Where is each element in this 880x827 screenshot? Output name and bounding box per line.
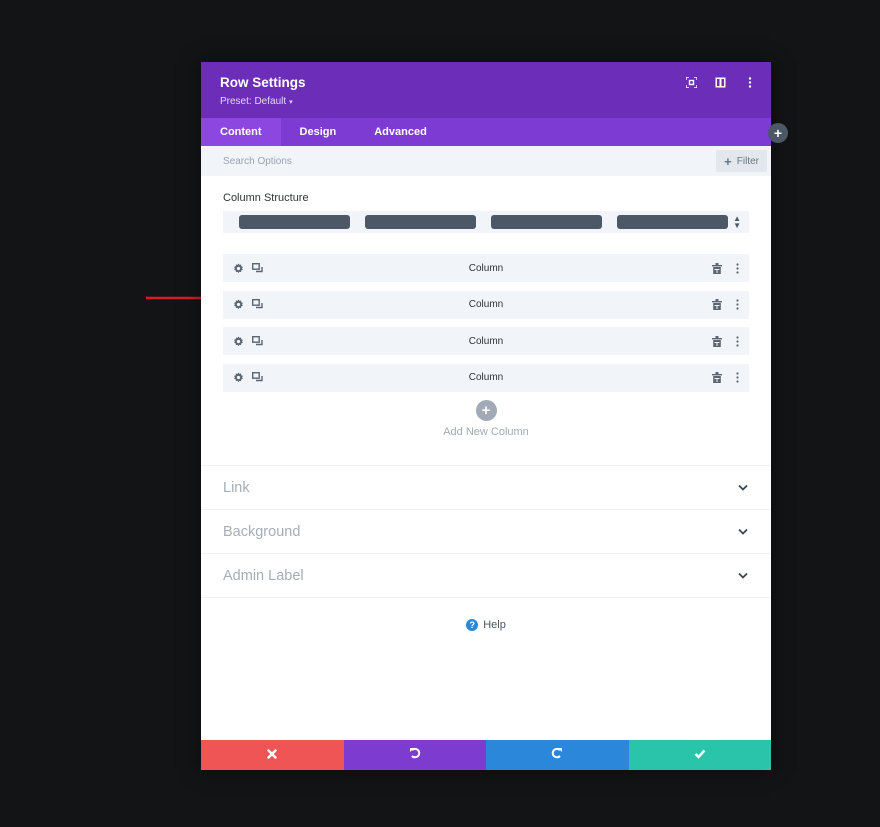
row-settings-modal: Row Settings Preset: Default ▾ Content D… xyxy=(201,62,771,770)
search-bar: + Filter xyxy=(201,146,771,176)
toggle-label: Admin Label xyxy=(223,567,304,584)
trash-icon[interactable] xyxy=(711,372,723,384)
content-panel: Column Structure ▲ ▼ Column Column Colum… xyxy=(201,176,771,438)
column-item[interactable]: Column xyxy=(223,363,749,392)
column-item[interactable]: Column xyxy=(223,290,749,319)
help-link[interactable]: ? Help xyxy=(201,619,771,631)
gear-icon[interactable] xyxy=(232,335,244,347)
more-options-icon[interactable] xyxy=(731,262,743,274)
duplicate-icon[interactable] xyxy=(251,262,263,274)
tab-design[interactable]: Design xyxy=(281,118,356,146)
modal-footer xyxy=(201,740,771,770)
structure-column-bar xyxy=(617,215,728,229)
check-icon xyxy=(694,746,706,764)
toggle-label: Link xyxy=(223,479,250,496)
search-input[interactable] xyxy=(223,155,523,167)
plus-icon: + xyxy=(724,153,732,169)
column-list: Column Column Column Column xyxy=(223,254,749,392)
expand-icon[interactable] xyxy=(684,75,699,90)
column-label: Column xyxy=(468,299,504,310)
save-button[interactable] xyxy=(628,740,771,770)
column-item[interactable]: Column xyxy=(223,327,749,355)
column-label: Column xyxy=(468,335,504,347)
gear-icon[interactable] xyxy=(232,372,244,384)
chevron-down-icon xyxy=(737,526,749,538)
select-arrows-icon: ▲ ▼ xyxy=(733,214,741,230)
column-item[interactable]: Column xyxy=(223,254,749,282)
gear-icon[interactable] xyxy=(232,299,244,311)
settings-toggles: Link Background Admin Label xyxy=(201,465,771,598)
trash-icon[interactable] xyxy=(711,335,723,347)
modal-header: Row Settings Preset: Default ▾ xyxy=(201,62,771,118)
column-structure-label: Column Structure xyxy=(223,192,309,204)
tab-bar: Content Design Advanced xyxy=(201,118,771,146)
toggle-admin-label[interactable]: Admin Label xyxy=(201,554,771,598)
redo-button[interactable] xyxy=(486,740,629,770)
chevron-down-icon xyxy=(737,482,749,494)
structure-column-bar xyxy=(365,215,476,229)
duplicate-icon[interactable] xyxy=(251,372,263,384)
close-icon xyxy=(267,746,277,764)
column-structure-select[interactable]: ▲ ▼ xyxy=(223,211,749,233)
chevron-down-icon xyxy=(737,570,749,582)
redo-icon xyxy=(551,746,563,764)
modal-title: Row Settings xyxy=(220,75,306,90)
duplicate-icon[interactable] xyxy=(251,335,263,347)
gear-icon[interactable] xyxy=(232,262,244,274)
cancel-button[interactable] xyxy=(201,740,344,770)
caret-down-icon: ▾ xyxy=(289,98,293,106)
more-options-icon[interactable] xyxy=(731,335,743,347)
toggle-background[interactable]: Background xyxy=(201,510,771,554)
sidebar-layout-icon[interactable] xyxy=(713,75,728,90)
page-background: Row Settings Preset: Default ▾ Content D… xyxy=(0,0,880,827)
undo-icon xyxy=(409,746,421,764)
trash-icon[interactable] xyxy=(711,262,723,274)
column-label: Column xyxy=(468,372,504,383)
column-label: Column xyxy=(468,262,504,274)
more-options-icon[interactable] xyxy=(731,372,743,384)
structure-column-bar xyxy=(491,215,602,229)
preset-label: Preset: Default xyxy=(220,96,287,107)
tab-advanced[interactable]: Advanced xyxy=(355,118,446,146)
more-options-icon[interactable] xyxy=(731,299,743,311)
help-label: Help xyxy=(483,619,506,631)
plus-icon: + xyxy=(475,400,497,421)
undo-button[interactable] xyxy=(343,740,486,770)
help-icon: ? xyxy=(466,619,479,631)
toggle-link[interactable]: Link xyxy=(201,466,771,510)
add-row-button[interactable]: + xyxy=(768,123,788,143)
filter-label: Filter xyxy=(736,155,759,167)
toggle-label: Background xyxy=(223,523,301,540)
preset-dropdown[interactable]: Preset: Default ▾ xyxy=(220,96,293,107)
structure-column-bar xyxy=(239,215,350,229)
add-new-column-button[interactable]: + Add New Column xyxy=(223,400,749,438)
tab-content[interactable]: Content xyxy=(201,118,281,146)
add-new-column-label: Add New Column xyxy=(443,426,529,438)
filter-button[interactable]: + Filter xyxy=(716,150,767,172)
trash-icon[interactable] xyxy=(711,299,723,311)
duplicate-icon[interactable] xyxy=(251,299,263,311)
more-options-icon[interactable] xyxy=(742,75,757,90)
